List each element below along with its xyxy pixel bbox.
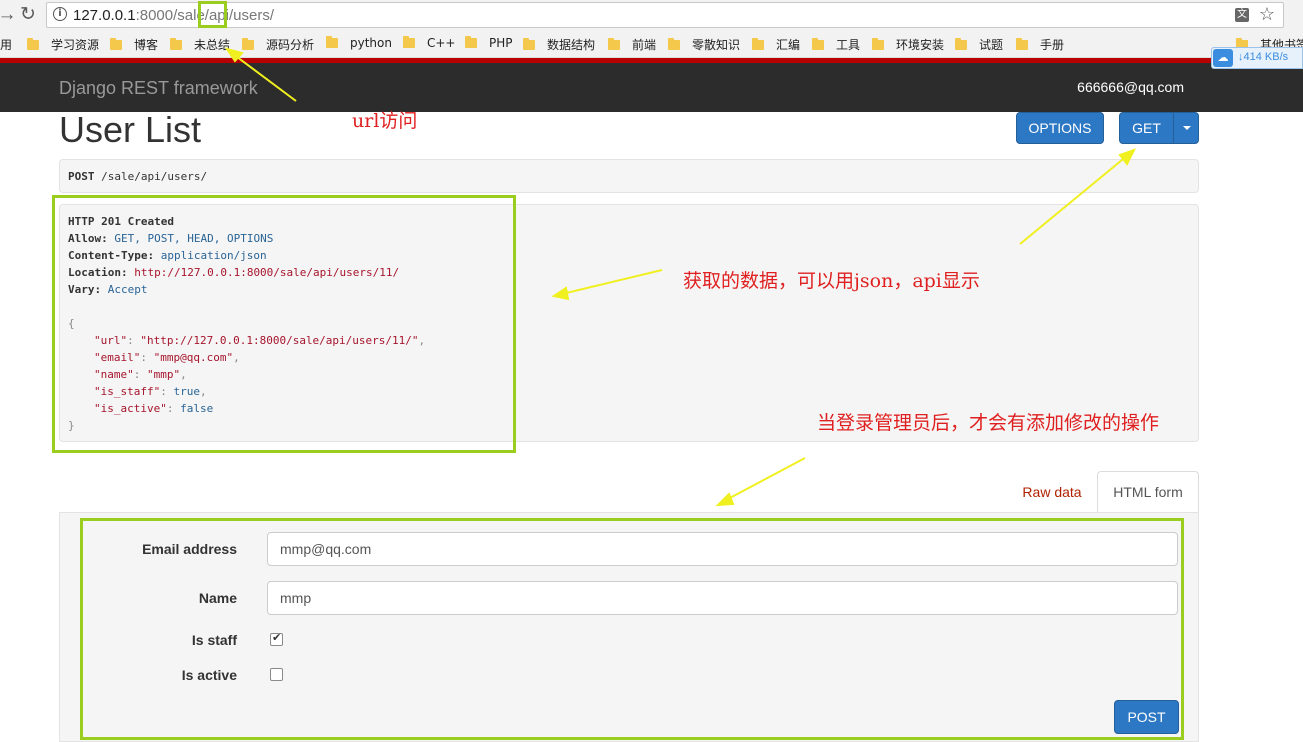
arrow-form (725, 457, 806, 501)
annotation-arrows (224, 47, 1137, 507)
arrow-url (232, 53, 297, 102)
arrowhead-get (1118, 148, 1137, 166)
arrow-get (1019, 154, 1129, 245)
arrow-response (561, 269, 663, 295)
arrowhead-response (551, 286, 570, 301)
arrowhead-form (715, 492, 735, 507)
